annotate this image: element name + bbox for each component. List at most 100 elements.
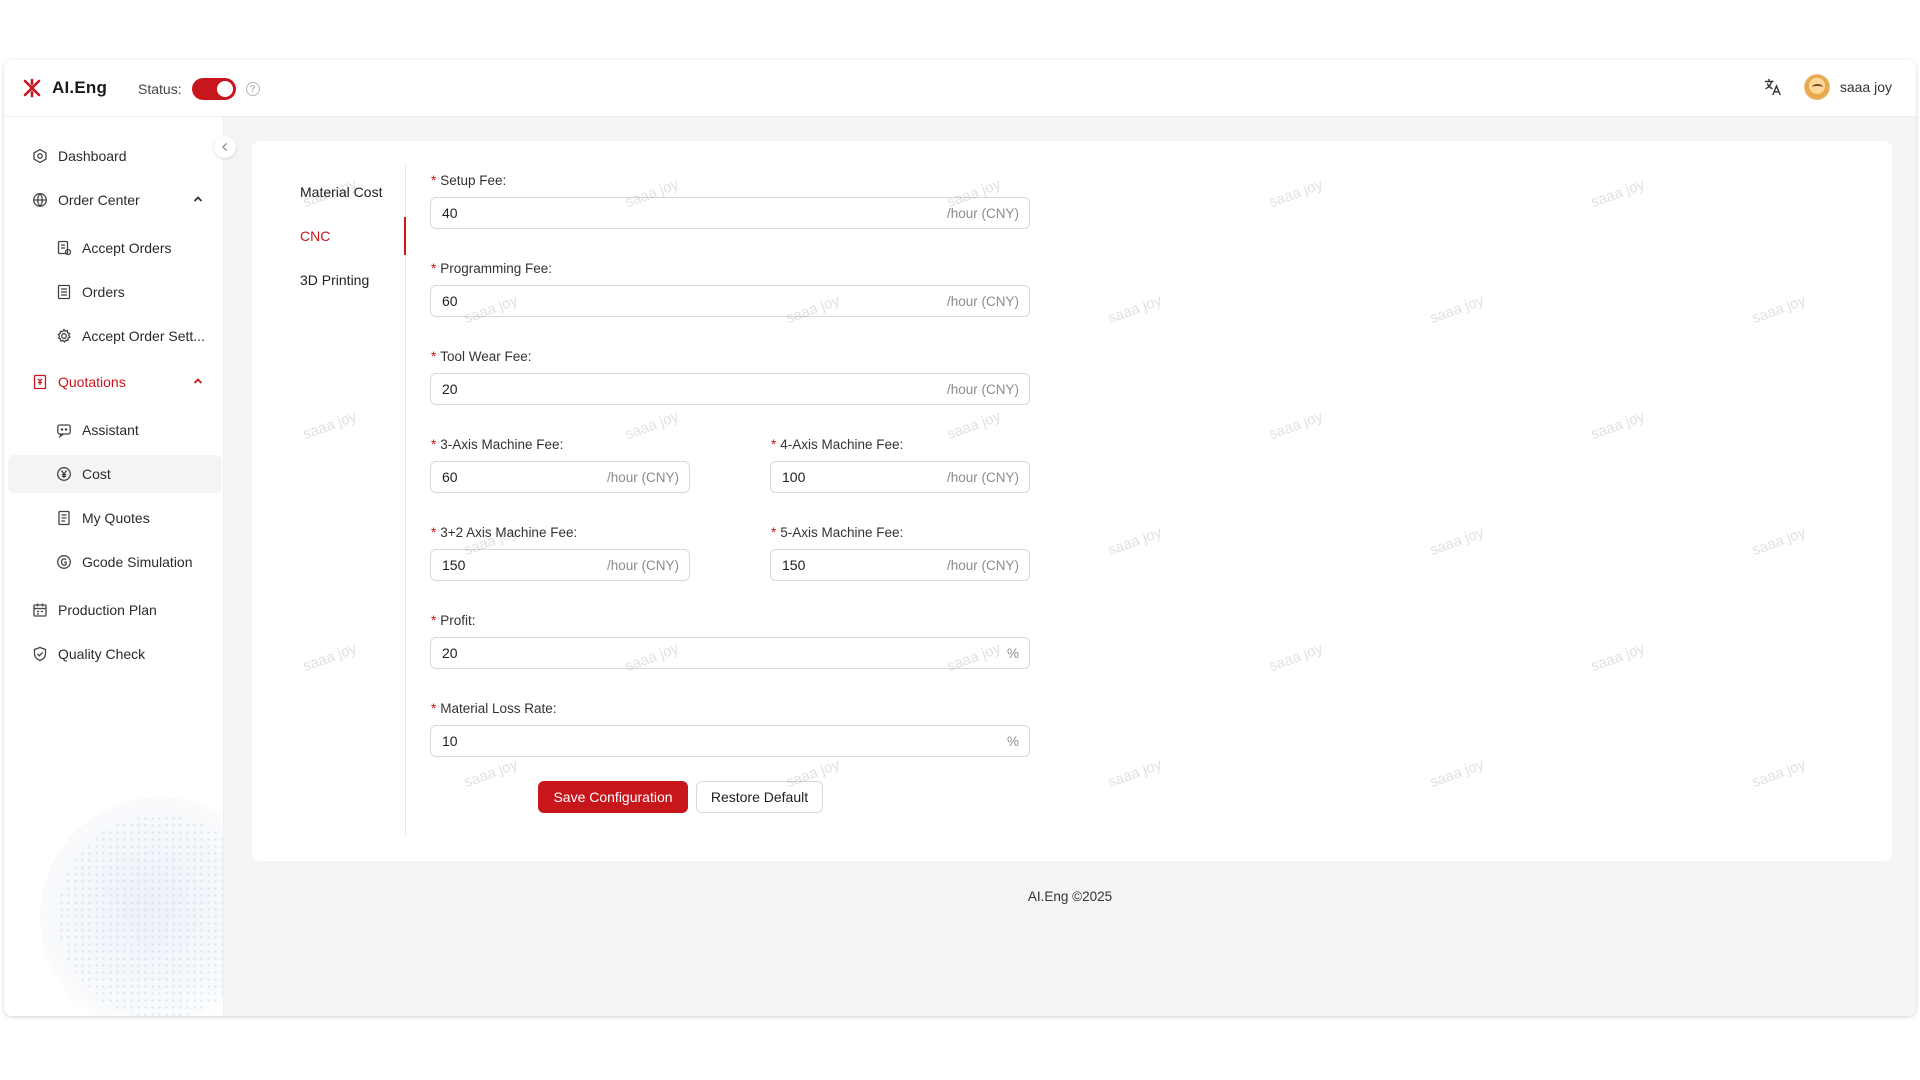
material-loss-rate-input[interactable]: 10% xyxy=(430,725,1030,757)
axis32-fee-input[interactable]: 150/hour (CNY) xyxy=(430,549,690,581)
watermark: saaa joy xyxy=(1105,291,1165,328)
watermark: saaa joy xyxy=(622,407,682,444)
status-area: Status: ? xyxy=(138,78,260,100)
footer: AI.Eng ©2025 xyxy=(1027,889,1113,904)
watermark: saaa joy xyxy=(1588,175,1648,212)
watermark: saaa joy xyxy=(1105,755,1165,792)
dashboard-icon xyxy=(33,148,47,164)
tab-material-cost[interactable]: Material Cost xyxy=(300,184,382,200)
help-icon[interactable]: ? xyxy=(245,82,260,96)
watermark: saaa joy xyxy=(1749,523,1809,560)
chat-icon xyxy=(57,424,71,438)
watermark: saaa joy xyxy=(1266,407,1326,444)
logo-icon xyxy=(23,78,41,98)
chevron-left-icon xyxy=(221,142,228,152)
sidebar-item-dashboard[interactable]: Dashboard xyxy=(8,137,222,175)
sidebar-item-my-quotes[interactable]: My Quotes xyxy=(8,499,222,537)
chevron-up-icon xyxy=(193,378,203,384)
shield-icon xyxy=(33,646,47,662)
sidebar-item-cost[interactable]: Cost xyxy=(8,455,222,493)
axis32-fee-label: * 3+2 Axis Machine Fee: xyxy=(431,525,578,540)
sidebar-item-label: Quality Check xyxy=(58,646,146,662)
material-loss-rate-label: * Material Loss Rate: xyxy=(431,701,557,716)
watermark: saaa joy xyxy=(1588,639,1648,676)
sidebar-item-order-center[interactable]: Order Center xyxy=(8,181,222,219)
tab-3d-printing[interactable]: 3D Printing xyxy=(300,272,369,288)
watermark: saaa joy xyxy=(1427,523,1487,560)
watermark: saaa joy xyxy=(1588,407,1648,444)
watermark: saaa joy xyxy=(944,407,1004,444)
sidebar-item-quality-check[interactable]: Quality Check xyxy=(8,635,222,673)
user-menu[interactable]: saaa joy xyxy=(1803,74,1892,100)
avatar xyxy=(1803,74,1830,100)
watermark: saaa joy xyxy=(1266,639,1326,676)
sidebar-item-production-plan[interactable]: Production Plan xyxy=(8,591,222,629)
sidebar-item-label: My Quotes xyxy=(82,510,150,526)
collapse-sidebar-button[interactable] xyxy=(214,136,236,158)
cost-config-card: Material Cost CNC 3D Printing * Setup Fee… xyxy=(252,141,1892,861)
sidebar-item-accept-order-settings[interactable]: Accept Order Sett... xyxy=(8,317,222,355)
app-window: AI.Eng Status: ? saaa joy Dashboard Orde… xyxy=(4,60,1916,1016)
sidebar-item-orders[interactable]: Orders xyxy=(8,273,222,311)
setup-fee-label: * Setup Fee: xyxy=(431,173,507,188)
active-tab-indicator xyxy=(404,217,406,255)
axis3-fee-label: * 3-Axis Machine Fee: xyxy=(431,437,564,452)
watermark: saaa joy xyxy=(1749,291,1809,328)
sidebar-item-gcode-simulation[interactable]: Gcode Simulation xyxy=(8,543,222,581)
sidebar-item-accept-orders[interactable]: Accept Orders xyxy=(8,229,222,267)
logo[interactable]: AI.Eng xyxy=(22,78,107,98)
sidebar-item-label: Accept Order Sett... xyxy=(82,328,205,344)
status-label: Status: xyxy=(138,81,182,97)
watermark: saaa joy xyxy=(461,755,521,792)
quote-icon xyxy=(33,374,47,390)
cost-tabs: Material Cost CNC 3D Printing xyxy=(252,165,406,835)
sidebar-item-label: Accept Orders xyxy=(82,240,172,256)
tab-cnc[interactable]: CNC xyxy=(300,228,330,244)
calendar-icon xyxy=(33,603,47,617)
watermark: saaa joy xyxy=(1427,755,1487,792)
sidebar-item-assistant[interactable]: Assistant xyxy=(8,411,222,449)
tool-wear-fee-input[interactable]: 20/hour (CNY) xyxy=(430,373,1030,405)
app-name: AI.Eng xyxy=(52,78,108,97)
watermark: saaa joy xyxy=(1427,291,1487,328)
list-icon xyxy=(57,284,71,300)
programming-fee-label: * Programming Fee: xyxy=(431,261,553,276)
sidebar-item-label: Assistant xyxy=(82,422,139,438)
file-icon xyxy=(57,240,72,256)
sidebar: Dashboard Order Center Accept Orders Ord… xyxy=(4,117,224,1016)
programming-fee-input[interactable]: 60/hour (CNY) xyxy=(430,285,1030,317)
watermark: saaa joy xyxy=(1266,175,1326,212)
axis5-fee-input[interactable]: 150/hour (CNY) xyxy=(770,549,1030,581)
doc-icon xyxy=(58,510,70,526)
sidebar-item-quotations[interactable]: Quotations xyxy=(8,363,222,401)
axis4-fee-label: * 4-Axis Machine Fee: xyxy=(771,437,904,452)
watermark: saaa joy xyxy=(1749,755,1809,792)
sidebar-item-label: Cost xyxy=(82,466,111,482)
yen-icon xyxy=(57,467,71,481)
watermark: saaa joy xyxy=(1105,523,1165,560)
restore-default-button[interactable]: Restore Default xyxy=(696,781,823,813)
status-toggle[interactable] xyxy=(191,78,236,100)
sidebar-item-label: Gcode Simulation xyxy=(82,554,193,570)
translate-icon[interactable] xyxy=(1764,78,1782,96)
tool-wear-fee-label: * Tool Wear Fee: xyxy=(431,349,532,364)
axis3-fee-input[interactable]: 60/hour (CNY) xyxy=(430,461,690,493)
globe-decoration xyxy=(40,797,223,1016)
axis4-fee-input[interactable]: 100/hour (CNY) xyxy=(770,461,1030,493)
save-configuration-button[interactable]: Save Configuration xyxy=(538,781,688,813)
gear-icon xyxy=(57,328,71,343)
code-icon xyxy=(57,555,71,569)
chevron-up-icon xyxy=(193,196,203,202)
profit-input[interactable]: 20% xyxy=(430,637,1030,669)
sidebar-item-label: Quotations xyxy=(58,374,126,390)
axis5-fee-label: * 5-Axis Machine Fee: xyxy=(771,525,904,540)
globe-icon xyxy=(33,193,47,207)
sidebar-item-label: Production Plan xyxy=(58,602,157,618)
sidebar-item-label: Order Center xyxy=(58,192,140,208)
setup-fee-input[interactable]: 40/hour (CNY) xyxy=(430,197,1030,229)
user-name: saaa joy xyxy=(1839,79,1892,95)
top-header: AI.Eng Status: ? saaa joy xyxy=(4,60,1916,117)
toggle-knob xyxy=(216,81,233,97)
main-content: Material Cost CNC 3D Printing * Setup Fee… xyxy=(224,117,1916,1016)
sidebar-item-label: Dashboard xyxy=(58,148,127,164)
